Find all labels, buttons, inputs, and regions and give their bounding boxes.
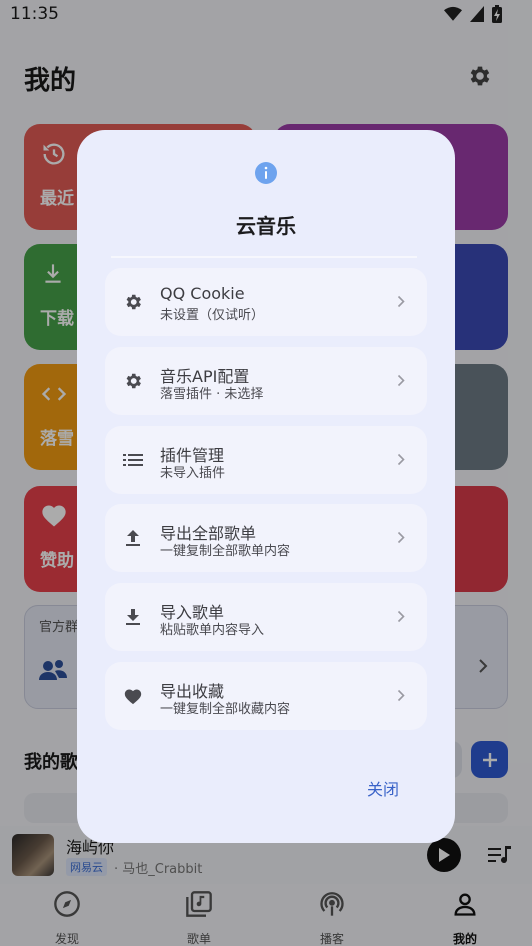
option-plugin-manage[interactable]: 插件管理 未导入插件 [105, 426, 427, 494]
cloud-music-dialog: 云音乐 QQ Cookie 未设置（仅试听） 音乐API配置 落雪插件 · 未选… [77, 130, 455, 843]
option-subtitle: 落雪插件 · 未选择 [160, 387, 264, 402]
gear-icon [126, 294, 141, 310]
chevron-right-icon [397, 531, 405, 544]
option-subtitle: 未设置（仅试听） [160, 308, 265, 323]
option-qq-cookie[interactable]: QQ Cookie 未设置（仅试听） [105, 268, 427, 336]
option-subtitle: 一键复制全部收藏内容 [160, 702, 291, 717]
chevron-right-icon [397, 610, 405, 623]
option-export-all-playlists[interactable]: 导出全部歌单 一键复制全部歌单内容 [105, 504, 427, 572]
option-subtitle: 粘贴歌单内容导入 [160, 623, 265, 638]
download-icon [126, 609, 140, 625]
option-title: QQ Cookie [160, 284, 245, 303]
list-icon [123, 454, 143, 466]
gear-icon [126, 373, 141, 389]
chevron-right-icon [397, 689, 405, 702]
info-icon [255, 162, 277, 184]
heart-icon [124, 689, 142, 705]
close-button[interactable]: 关闭 [359, 772, 407, 804]
option-export-favorites[interactable]: 导出收藏 一键复制全部收藏内容 [105, 662, 427, 730]
option-music-api-config[interactable]: 音乐API配置 落雪插件 · 未选择 [105, 347, 427, 415]
chevron-right-icon [397, 453, 405, 466]
dialog-title: 云音乐 [236, 214, 296, 238]
option-import-playlist[interactable]: 导入歌单 粘贴歌单内容导入 [105, 583, 427, 651]
dialog-divider [111, 256, 417, 258]
option-subtitle: 一键复制全部歌单内容 [160, 544, 291, 559]
upload-icon [126, 530, 140, 546]
option-subtitle: 未导入插件 [160, 466, 226, 481]
chevron-right-icon [397, 374, 405, 387]
chevron-right-icon [397, 295, 405, 308]
